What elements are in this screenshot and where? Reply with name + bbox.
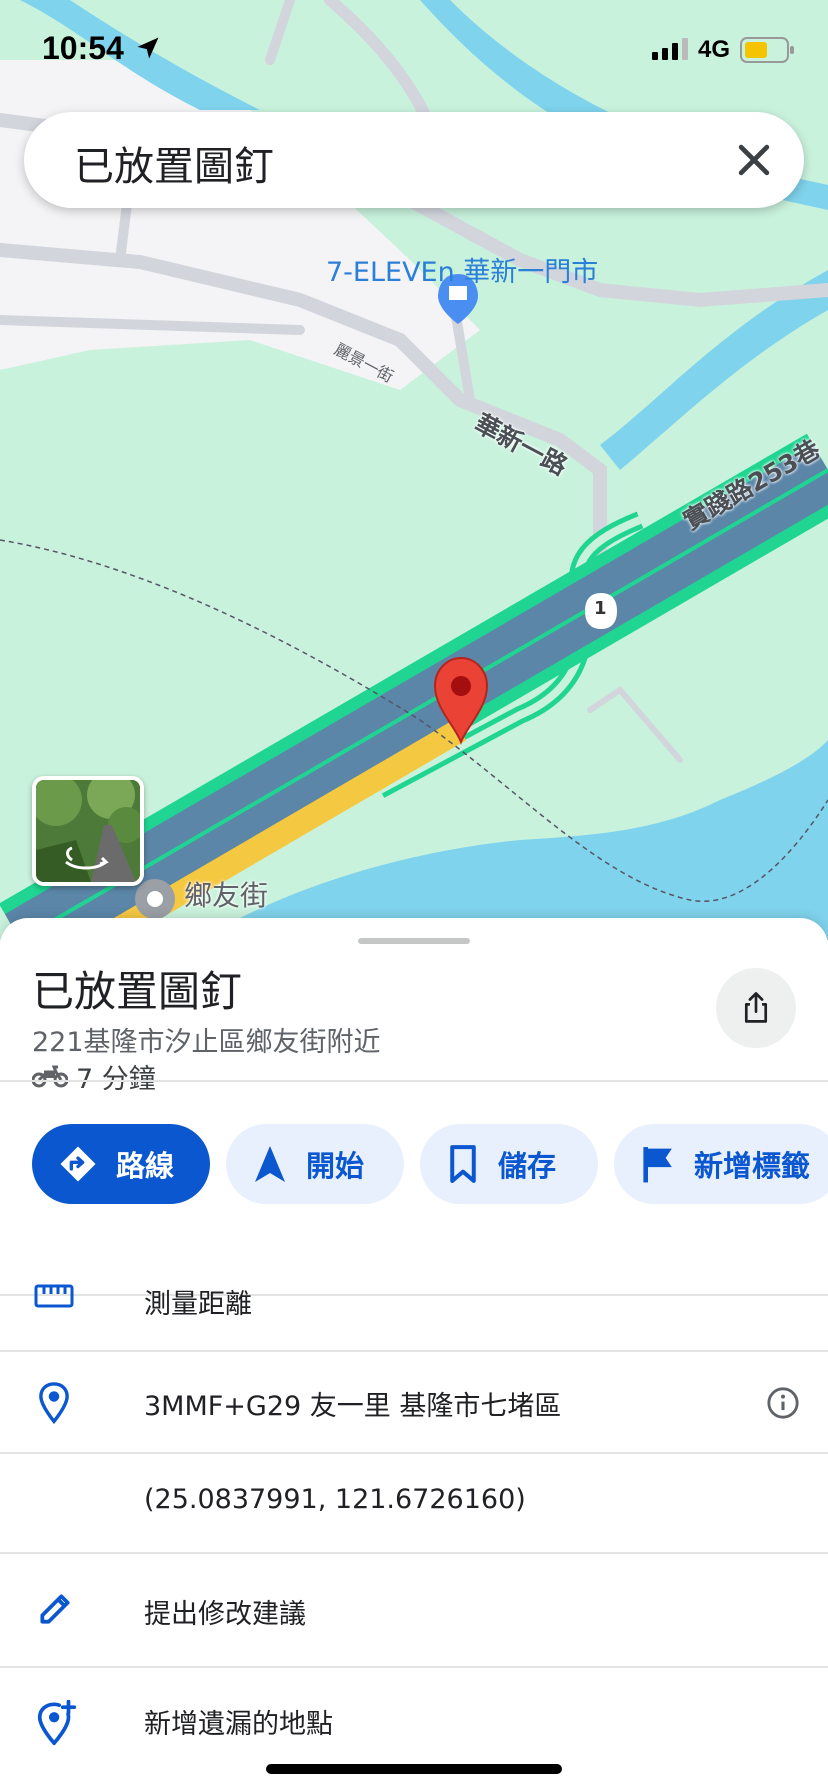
- measure-distance-label: 測量距離: [144, 1289, 252, 1320]
- place-address: 221基隆市汐止區鄉友街附近: [32, 1027, 381, 1058]
- map-view[interactable]: 7-ELEVEn 華新一門市 麗景一街 華新一路 實踐路253巷 1 鄉友街 1…: [0, 0, 828, 940]
- plus-code-row[interactable]: 3MMF+G29 友一里 基隆市七堵區: [0, 1352, 828, 1454]
- travel-time-row: 7 分鐘: [32, 1058, 156, 1095]
- save-label: 儲存: [498, 1149, 557, 1183]
- share-button[interactable]: [716, 968, 796, 1048]
- motorcycle-icon: [32, 1065, 68, 1088]
- edit-pencil-icon: [40, 1594, 70, 1624]
- share-icon: [744, 992, 768, 1023]
- add-label-label: 新增標籤: [694, 1149, 811, 1183]
- suggest-edit-row[interactable]: 提出修改建議: [0, 1554, 828, 1668]
- location-pin-icon: [39, 1382, 69, 1424]
- info-icon[interactable]: [766, 1386, 800, 1420]
- street-marker-icon: [135, 879, 175, 919]
- flag-icon: [643, 1147, 672, 1183]
- location-arrow-icon: [137, 37, 159, 59]
- directions-icon: [60, 1146, 96, 1182]
- add-label-button[interactable]: 新增標籤: [614, 1124, 828, 1204]
- route-shield-label: 1: [594, 598, 607, 619]
- ruler-icon: [34, 1284, 74, 1308]
- measure-distance-row[interactable]: [0, 1080, 828, 1082]
- start-label: 開始: [306, 1149, 365, 1183]
- coordinates-label: (25.0837991, 121.6726160): [144, 1484, 526, 1515]
- add-place-icon: [37, 1700, 77, 1745]
- drag-handle[interactable]: [358, 938, 470, 944]
- place-title: 已放置圖釘: [32, 967, 243, 1016]
- suggest-edit-label: 提出修改建議: [144, 1599, 306, 1630]
- battery-icon: [740, 37, 794, 63]
- street-view-thumbnail[interactable]: [32, 776, 144, 886]
- start-button[interactable]: 開始: [226, 1124, 404, 1204]
- plus-code-label: 3MMF+G29 友一里 基隆市七堵區: [144, 1391, 562, 1422]
- action-row: 路線 開始 儲存 新增標籤: [32, 1124, 828, 1204]
- status-bar: 10:54 4G: [0, 0, 828, 100]
- search-bar[interactable]: 已放置圖釘: [24, 112, 804, 208]
- status-time: 10:54: [42, 30, 124, 66]
- street-label: 鄉友街: [184, 879, 269, 912]
- road-h: [587, 686, 683, 763]
- poi-label[interactable]: 7-ELEVEn 華新一門市: [326, 250, 598, 289]
- street-view-image: [36, 780, 140, 882]
- search-query[interactable]: 已放置圖釘: [74, 134, 274, 192]
- bookmark-icon: [450, 1145, 476, 1183]
- directions-label: 路線: [116, 1149, 175, 1183]
- home-indicator[interactable]: [266, 1764, 562, 1774]
- signal-icon: [652, 38, 688, 60]
- close-icon[interactable]: [732, 138, 776, 182]
- add-missing-place-label: 新增遺漏的地點: [144, 1709, 333, 1740]
- measure-distance-list-item[interactable]: 測量距離: [0, 1246, 828, 1352]
- navigation-icon: [255, 1146, 285, 1182]
- travel-time: 7 分鐘: [76, 1063, 156, 1095]
- network-label: 4G: [698, 36, 731, 63]
- save-button[interactable]: 儲存: [420, 1124, 598, 1204]
- directions-button[interactable]: 路線: [32, 1124, 210, 1204]
- coordinates-row[interactable]: (25.0837991, 121.6726160): [0, 1454, 828, 1554]
